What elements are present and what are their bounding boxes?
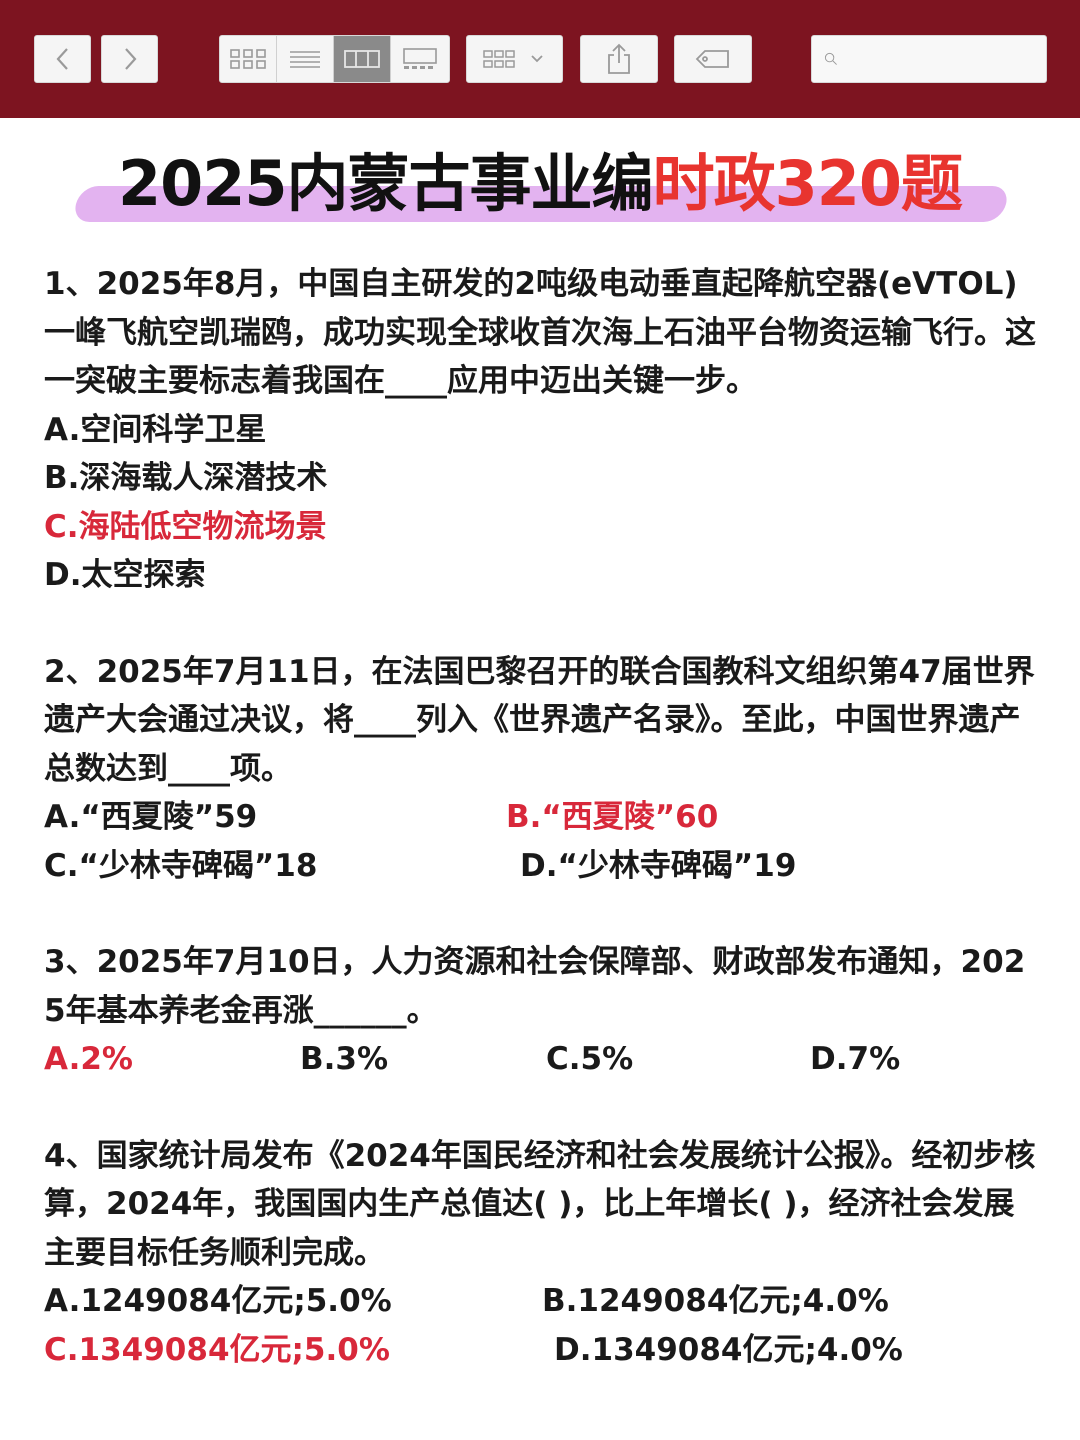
title-block: 2025内蒙古事业编时政320题 (0, 140, 1080, 240)
option-b: B.3% (300, 1041, 389, 1077)
share-icon (608, 43, 630, 74)
option-c-correct: C.1349084亿元;5.0% (44, 1331, 390, 1368)
question-2: 2、2025年7月11日，在法国巴黎召开的联合国教科文组织第47届世界遗产大会通… (44, 648, 1044, 891)
search-input[interactable] (846, 36, 1046, 82)
title-part-red: 时政320题 (652, 147, 963, 220)
search-icon (824, 52, 837, 65)
option-b-correct: B.“西夏陵”60 (506, 799, 719, 835)
option-c: C.“少林寺碑碣”18 (44, 847, 318, 884)
option-d: D.7% (810, 1041, 901, 1077)
question-text: 2、2025年7月11日，在法国巴黎召开的联合国教科文组织第47届世界遗产大会通… (44, 653, 1035, 787)
tag-icon (695, 50, 729, 68)
option-a: A.空间科学卫星 (44, 411, 267, 448)
page-title: 2025内蒙古事业编时政320题 (0, 146, 1080, 222)
tag-button[interactable] (674, 35, 752, 83)
option-d: D.1349084亿元;4.0% (554, 1331, 903, 1368)
option-a: A.1249084亿元;5.0% (44, 1283, 392, 1319)
gallery-view-button[interactable] (391, 36, 448, 82)
icon-view-button[interactable] (220, 36, 277, 82)
question-text: 1、2025年8月，中国自主研发的2吨级电动垂直起降航空器(eVTOL)一峰飞航… (44, 266, 1036, 399)
forward-button[interactable] (101, 35, 158, 83)
grid-view-icon (230, 49, 266, 69)
chevron-left-icon (56, 48, 68, 70)
option-c-correct: C.海陆低空物流场景 (44, 508, 327, 545)
question-4: 4、国家统计局发布《2024年国民经济和社会发展统计公报》。经初步核算，2024… (44, 1132, 1044, 1375)
group-by-icon (482, 50, 543, 68)
gallery-view-icon (402, 48, 437, 69)
column-view-icon (344, 50, 380, 68)
view-mode-segmented-control (219, 35, 450, 83)
question-1: 1、2025年8月，中国自主研发的2吨级电动垂直起降航空器(eVTOL)一峰飞航… (44, 260, 1044, 600)
finder-toolbar (0, 0, 1080, 118)
title-part-black: 2025内蒙古事业编 (118, 147, 654, 220)
list-view-icon (290, 51, 320, 68)
chevron-right-icon (124, 48, 136, 70)
search-field[interactable] (811, 35, 1047, 83)
share-button[interactable] (580, 35, 658, 83)
option-d: D.太空探索 (44, 557, 206, 593)
option-d: D.“少林寺碑碣”19 (520, 847, 797, 884)
list-view-button[interactable] (277, 36, 334, 82)
option-a-correct: A.2% (44, 1041, 133, 1077)
question-text: 3、2025年7月10日，人力资源和社会保障部、财政部发布通知，2025年基本养… (44, 944, 1026, 1029)
question-3: 3、2025年7月10日，人力资源和社会保障部、财政部发布通知，2025年基本养… (44, 938, 1044, 1084)
question-list: 1、2025年8月，中国自主研发的2吨级电动垂直起降航空器(eVTOL)一峰飞航… (44, 260, 1044, 1374)
group-by-button[interactable] (466, 35, 563, 83)
option-b: B.深海载人深潜技术 (44, 460, 328, 496)
back-button[interactable] (34, 35, 91, 83)
option-a: A.“西夏陵”59 (44, 799, 258, 835)
option-c: C.5% (546, 1041, 634, 1077)
question-text: 4、国家统计局发布《2024年国民经济和社会发展统计公报》。经初步核算，2024… (44, 1137, 1036, 1271)
option-b: B.1249084亿元;4.0% (542, 1283, 889, 1319)
column-view-button[interactable] (334, 36, 391, 82)
